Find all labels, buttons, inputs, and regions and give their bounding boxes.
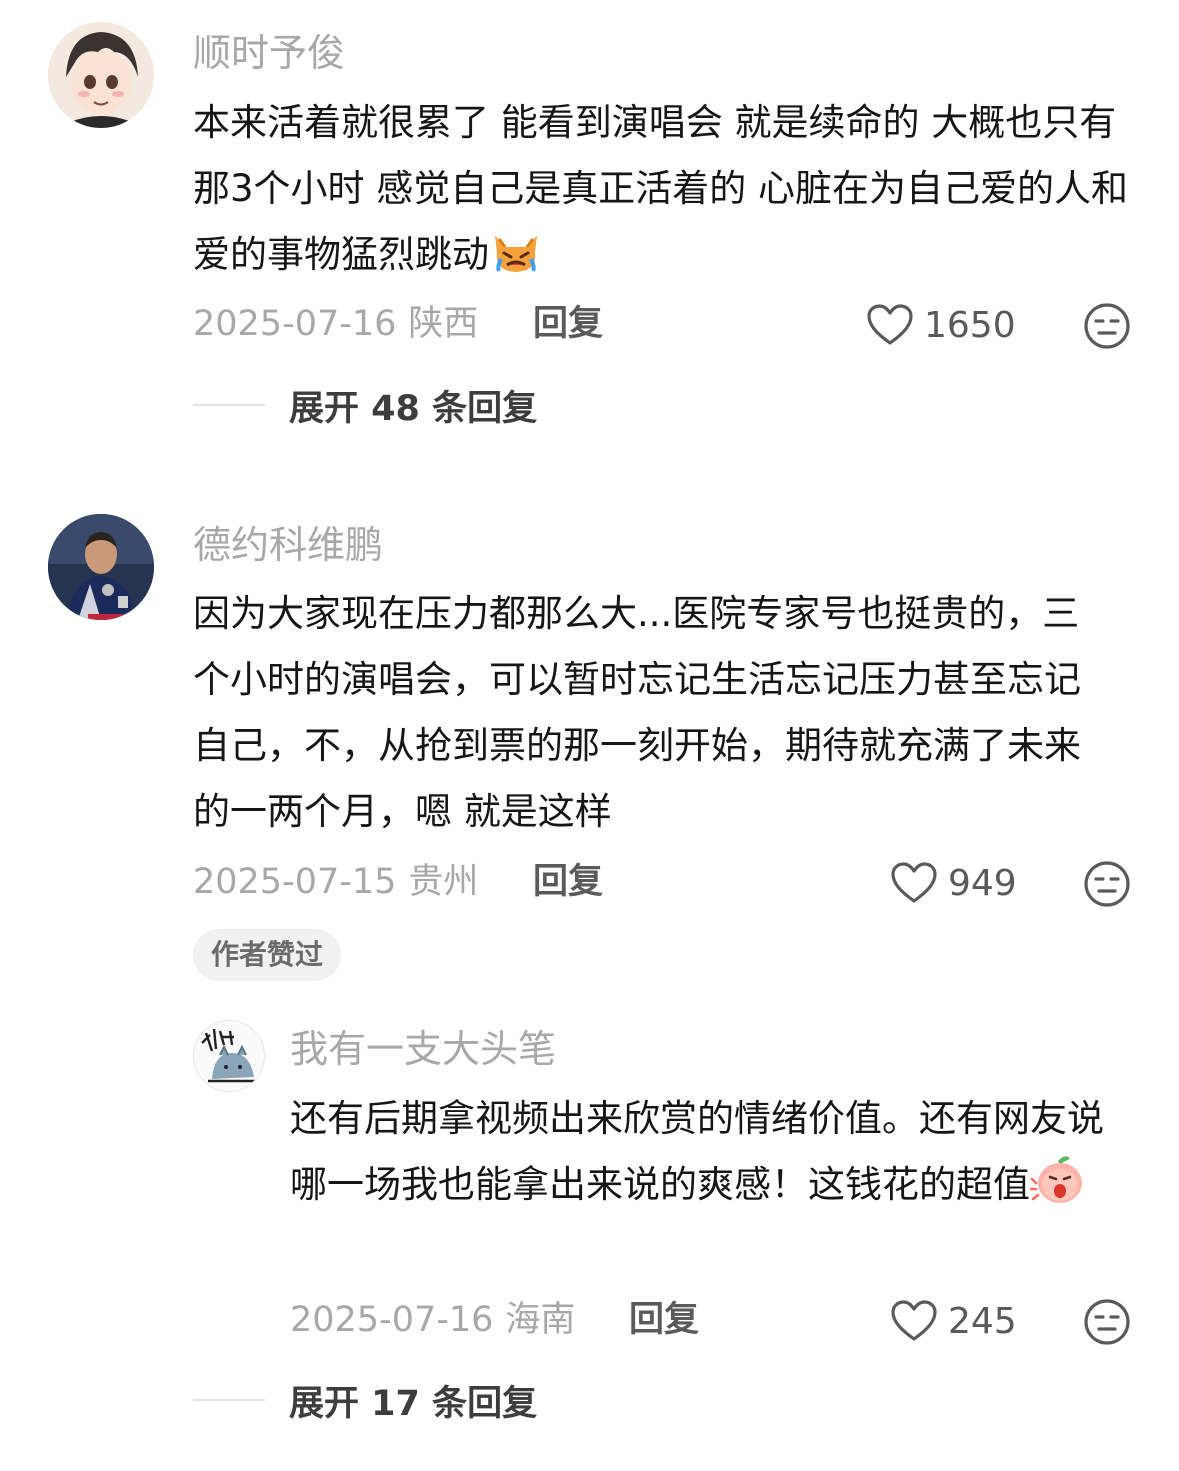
heart-outline-icon	[891, 1300, 937, 1341]
meh-face-icon[interactable]	[1082, 1297, 1132, 1347]
cat-doodle-avatar-icon	[194, 1021, 264, 1091]
expand-replies-button[interactable]: 展开 17 条回复	[193, 1375, 537, 1425]
expand-replies-label: 展开 48 条回复	[289, 388, 538, 429]
heart-outline-icon	[867, 304, 913, 345]
comment-meta: 2025-07-16 海南	[290, 1298, 575, 1342]
crying-cat-emoji	[495, 235, 537, 272]
username[interactable]: 顺时予俊	[193, 30, 345, 76]
like-button[interactable]: 245	[890, 1296, 1017, 1346]
username[interactable]: 我有一支大头笔	[290, 1026, 556, 1072]
like-button[interactable]: 1650	[866, 300, 1016, 350]
comment-location: 海南	[505, 1300, 576, 1340]
heart-outline-icon	[891, 862, 937, 903]
comment-date: 2025-07-15	[193, 862, 397, 902]
expand-replies-button[interactable]: 展开 48 条回复	[193, 380, 537, 430]
divider-line	[193, 404, 265, 406]
shocked-peach-emoji	[1030, 1156, 1082, 1203]
expand-replies-label: 展开 17 条回复	[289, 1383, 538, 1424]
comment-text: 本来活着就很累了 能看到演唱会 就是续命的 大概也只有那3个小时 感觉自己是真正…	[193, 90, 1133, 288]
comment-meta: 2025-07-16 陕西	[193, 302, 478, 346]
like-count: 245	[948, 1300, 1017, 1342]
like-count: 1650	[924, 304, 1016, 346]
comment-date: 2025-07-16	[193, 304, 397, 344]
avatar[interactable]	[48, 514, 154, 620]
athlete-photo-avatar-icon	[48, 514, 154, 620]
comment-location: 贵州	[408, 862, 479, 902]
reply-button[interactable]: 回复	[533, 860, 603, 904]
comment-text-body: 本来活着就很累了 能看到演唱会 就是续命的 大概也只有那3个小时 感觉自己是真正…	[193, 101, 1129, 276]
comment-text-body: 还有后期拿视频出来欣赏的情绪价值。还有网友说哪一场我也能拿出来说的爽感！这钱花的…	[290, 1097, 1104, 1206]
comment-text: 还有后期拿视频出来欣赏的情绪价值。还有网友说哪一场我也能拿出来说的爽感！这钱花的…	[290, 1086, 1120, 1218]
comment-meta: 2025-07-15 贵州	[193, 860, 478, 904]
meh-face-icon[interactable]	[1082, 859, 1132, 909]
comment-location: 陕西	[408, 304, 479, 344]
anime-boy-avatar-icon	[48, 22, 154, 128]
comment-text: 因为大家现在压力都那么大...医院专家号也挺贵的，三个小时的演唱会，可以暂时忘记…	[193, 592, 1081, 833]
divider-line	[193, 1399, 265, 1401]
author-liked-badge: 作者赞过	[193, 929, 342, 981]
like-count: 949	[948, 862, 1017, 904]
reply-button[interactable]: 回复	[629, 1298, 699, 1342]
meh-face-icon[interactable]	[1082, 301, 1132, 351]
reply-button[interactable]: 回复	[533, 302, 603, 346]
comment-date: 2025-07-16	[290, 1300, 494, 1340]
username[interactable]: 德约科维鹏	[193, 522, 383, 568]
avatar[interactable]	[48, 22, 154, 128]
like-button[interactable]: 949	[890, 858, 1017, 908]
avatar[interactable]	[193, 1020, 265, 1092]
